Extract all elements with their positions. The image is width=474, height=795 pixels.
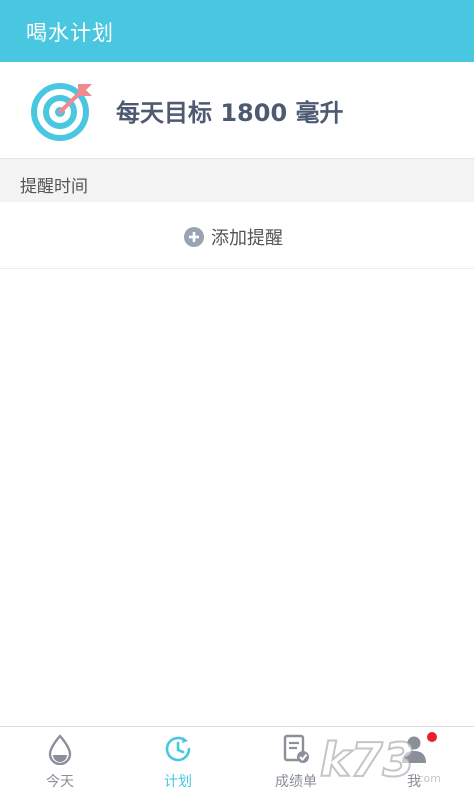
tab-plan[interactable]: 计划: [128, 727, 228, 795]
tab-me[interactable]: 我: [364, 727, 464, 795]
add-reminder-label: 添加提醒: [211, 228, 283, 249]
notification-badge: [427, 732, 437, 742]
tab-today-label: 今天: [46, 774, 74, 790]
reminder-section-label: 提醒时间: [20, 177, 88, 197]
add-reminder-content[interactable]: 添加提醒: [184, 224, 283, 250]
tab-today[interactable]: 今天: [10, 727, 110, 795]
water-drop-icon: [48, 734, 72, 765]
plus-circle-icon: [184, 227, 204, 247]
app-bar: 喝水计划: [0, 0, 474, 62]
report-icon: [283, 734, 309, 763]
page-title: 喝水计划: [26, 21, 114, 45]
daily-goal-text: 每天目标 1800 毫升: [116, 99, 344, 127]
person-icon: [402, 736, 426, 763]
add-reminder-button[interactable]: 添加提醒: [0, 202, 474, 269]
bottom-nav: 今天 计划 成绩单 我: [0, 726, 474, 795]
reminder-section-header: 提醒时间: [0, 159, 474, 202]
clock-icon: [165, 736, 191, 762]
tab-report-label: 成绩单: [275, 774, 317, 790]
target-icon: [31, 83, 92, 141]
tab-plan-label: 计划: [164, 774, 192, 790]
tab-report[interactable]: 成绩单: [246, 727, 346, 795]
tab-me-label: 我: [407, 774, 421, 790]
daily-goal-card[interactable]: 每天目标 1800 毫升: [0, 62, 474, 159]
